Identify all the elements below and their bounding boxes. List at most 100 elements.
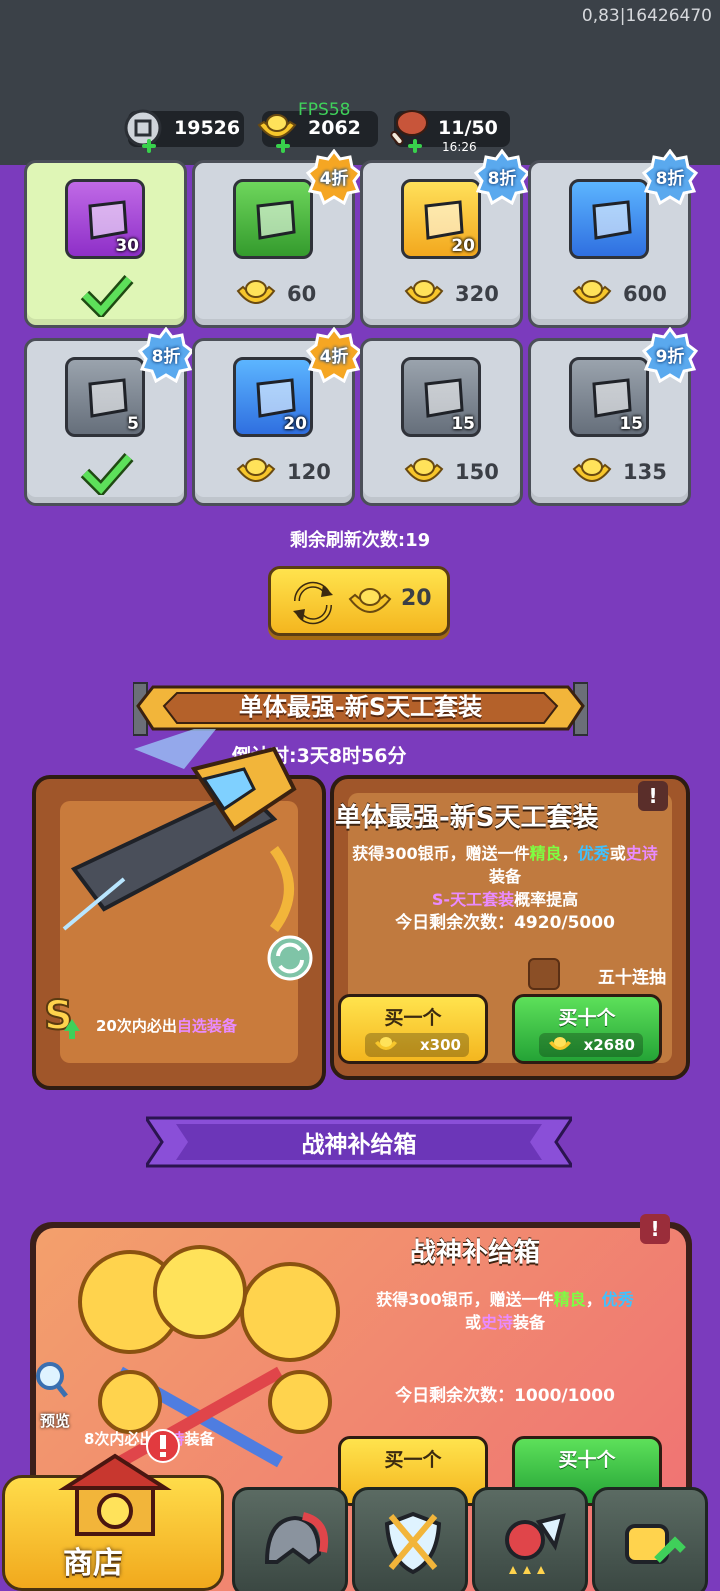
silver-counter[interactable]: 19526 (124, 109, 244, 153)
nav-battle[interactable] (352, 1487, 468, 1591)
shop-item-card[interactable]: 60 4折 (192, 149, 362, 328)
gold-value: 2062 (308, 117, 361, 139)
event-preview-panel[interactable]: S (32, 729, 326, 1090)
stamina-timer: 16:26 (442, 140, 477, 154)
desc-comma: ， (585, 1290, 602, 1309)
item-price-value: 135 (623, 460, 667, 484)
desc-equip: 装备 (488, 867, 521, 886)
event-daily-remaining: 今日剩余次数：4920/5000 (395, 913, 615, 933)
info-icon[interactable]: ! (638, 781, 668, 811)
nav-hero[interactable] (232, 1487, 348, 1591)
item-icon: 20 (233, 357, 313, 437)
discount-text: 8折 (487, 169, 517, 189)
gold-ingot-icon (404, 458, 444, 482)
buy-one-cost: x300 (365, 1033, 469, 1057)
shop-item-card[interactable]: 15 135 9折 (528, 327, 698, 506)
fps-counter: FPS58 (298, 100, 351, 120)
add-stamina-icon[interactable] (408, 139, 422, 153)
discount-badge: 8折 (138, 327, 194, 383)
shop-item-card[interactable]: 15 150 (360, 338, 523, 506)
desc-text: 获得300银币，赠送一件 (352, 844, 530, 863)
item-icon: 15 (569, 357, 649, 437)
discount-badge: 4折 (306, 327, 362, 383)
discount-text: 8折 (151, 347, 181, 367)
fist-icon (625, 1524, 686, 1564)
helmet-icon (264, 1512, 328, 1565)
add-gold-icon[interactable] (276, 139, 290, 153)
item-price-value: 320 (455, 282, 499, 306)
gold-ingot-icon (549, 1037, 571, 1050)
guarantee-prefix: 8次内必出 (84, 1430, 155, 1448)
swap-icon[interactable] (266, 934, 314, 982)
item-price-value: 150 (455, 460, 499, 484)
discount-text: 4折 (319, 169, 349, 189)
buy-ten-button[interactable]: 买十个 x2680 (512, 994, 662, 1064)
gold-ingot-icon (348, 588, 392, 613)
refresh-icon (293, 581, 333, 625)
item-qty: 15 (619, 414, 643, 434)
event-banner-title: 单体最强-新S天工套装 (238, 693, 483, 721)
add-silver-icon[interactable] (142, 139, 156, 153)
desc-rate-prefix: S-天工套装 (431, 890, 515, 909)
guarantee-highlight: 自选装备 (176, 1017, 237, 1035)
buy-ten-cost: x2680 (539, 1033, 643, 1057)
buy-one-label: 买一个 (384, 1449, 442, 1471)
refresh-remaining: 剩余刷新次数:19 (289, 530, 431, 551)
discount-badge: 4折 (306, 149, 362, 205)
event-card-title: 单体最强-新S天工套装 (335, 803, 599, 833)
discount-badge: 8折 (642, 149, 698, 205)
shop-item-card[interactable]: 600 8折 (528, 149, 698, 328)
stamina-value: 11/50 (438, 117, 498, 139)
item-price: 60 (235, 275, 355, 315)
supply-daily-remaining: 今日剩余次数：1000/1000 (395, 1386, 615, 1406)
shop-item-card[interactable]: 20 320 8折 (360, 149, 530, 328)
gold-ingot-icon (404, 280, 444, 304)
gold-ingot-icon (572, 458, 612, 482)
nav-shop[interactable]: 商店 (2, 1429, 224, 1591)
item-price: 600 (571, 275, 691, 315)
item-price: 150 (403, 453, 523, 493)
item-icon: 15 (401, 357, 481, 437)
gold-ingot-icon (375, 1037, 397, 1050)
shop-item-card[interactable]: 30 (24, 160, 187, 328)
refresh-button[interactable]: 20 (268, 566, 450, 636)
buy-one-button[interactable]: 买一个 x300 (338, 994, 488, 1064)
desc-epic: 史诗 (625, 844, 658, 863)
shop-item-card[interactable]: 20 120 4折 (192, 327, 362, 506)
fifty-draw-checkbox[interactable] (528, 958, 560, 990)
item-icon: 30 (65, 179, 145, 259)
guarantee-suffix: 装备 (184, 1430, 215, 1448)
item-qty: 5 (127, 414, 139, 434)
item-price: 120 (235, 453, 355, 493)
buy-ten-label: 买十个 (558, 1449, 616, 1471)
item-icon: 20 (401, 179, 481, 259)
buy-one-cost-value: x300 (420, 1036, 461, 1054)
nav-pet[interactable] (472, 1487, 588, 1591)
shop-item-card[interactable]: 5 8折 (24, 327, 194, 506)
item-price: 135 (571, 453, 691, 493)
desc-text: 获得300银币，赠送一件 (376, 1290, 554, 1309)
fifty-draw-label: 五十连抽 (598, 968, 666, 988)
discount-text: 9折 (655, 347, 685, 367)
refresh-cost: 20 (401, 586, 432, 611)
top-status-bar: 0,83|16426470 19526 2062 FPS58 11/50 16:… (0, 0, 720, 165)
info-icon[interactable]: ! (640, 1214, 670, 1244)
buy-one-label: 买一个 (384, 1007, 442, 1029)
nav-upgrade[interactable] (592, 1487, 708, 1591)
item-price: 320 (403, 275, 523, 315)
buy-ten-cost-value: x2680 (583, 1036, 635, 1054)
preview-label[interactable]: 预览 (40, 1410, 70, 1431)
s-rank-icon: S (43, 992, 80, 1039)
desc-good: 精良 (529, 844, 562, 863)
desc-or: 或 (609, 844, 626, 863)
gold-ingot-icon (236, 280, 276, 304)
bottom-nav: 商店 (0, 1429, 720, 1591)
event-guarantee: 20次内必出自选装备 (96, 1015, 237, 1036)
item-price-value: 600 (623, 282, 667, 306)
desc-excellent: 优秀 (577, 844, 610, 863)
desc-rate-suffix: 概率提高 (514, 890, 579, 909)
item-icon (233, 179, 313, 259)
desc-or: 或 (464, 1313, 481, 1332)
magnifier-icon[interactable] (34, 1360, 70, 1400)
item-price-value: 60 (287, 282, 317, 306)
